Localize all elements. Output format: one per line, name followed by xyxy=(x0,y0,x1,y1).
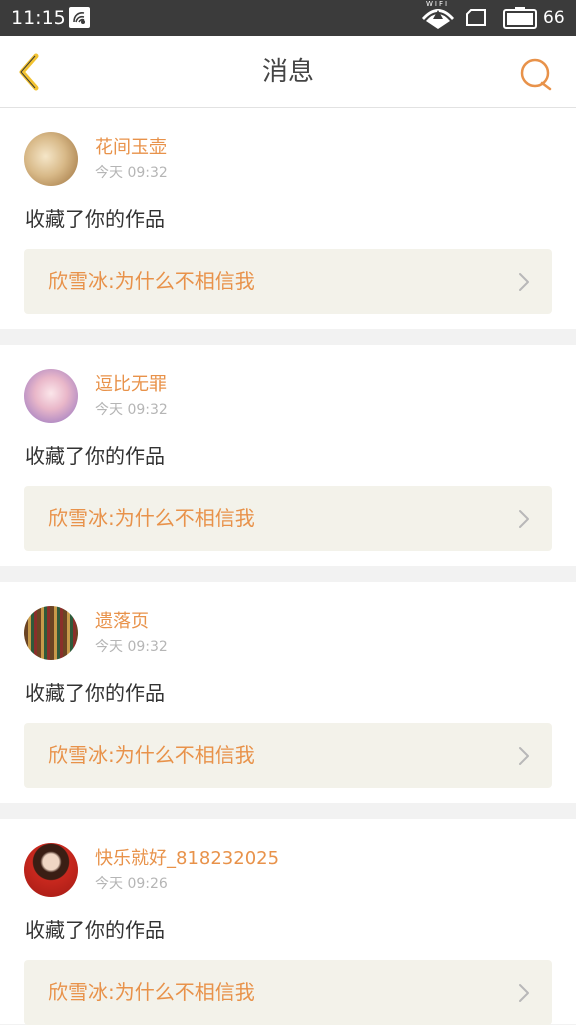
page-title: 消息 xyxy=(261,57,314,87)
chevron-right-icon xyxy=(519,510,529,528)
message-card: 逗比无罪 今天 09:32 收藏了你的作品 欣雪冰:为什么不相信我 xyxy=(0,345,576,566)
avatar[interactable] xyxy=(24,369,78,423)
search-button[interactable] xyxy=(518,56,554,92)
work-link[interactable]: 欣雪冰:为什么不相信我 xyxy=(24,249,552,314)
timestamp: 今天 09:26 xyxy=(95,876,168,892)
username[interactable]: 花间玉壶 xyxy=(95,137,167,159)
message-card: 花间玉壶 今天 09:32 收藏了你的作品 欣雪冰:为什么不相信我 xyxy=(0,108,576,329)
notification-app-icon xyxy=(69,7,90,28)
chevron-right-icon xyxy=(519,984,529,1002)
work-link[interactable]: 欣雪冰:为什么不相信我 xyxy=(24,723,552,788)
action-text: 收藏了你的作品 xyxy=(25,681,165,705)
work-link[interactable]: 欣雪冰:为什么不相信我 xyxy=(24,486,552,551)
chevron-right-icon xyxy=(519,747,529,765)
message-card: 快乐就好_818232025 今天 09:26 收藏了你的作品 欣雪冰:为什么不… xyxy=(0,819,576,1025)
work-link[interactable]: 欣雪冰:为什么不相信我 xyxy=(24,960,552,1025)
battery-icon xyxy=(503,7,537,29)
work-title: 欣雪冰:为什么不相信我 xyxy=(48,506,255,530)
timestamp: 今天 09:32 xyxy=(95,639,168,655)
avatar[interactable] xyxy=(24,132,78,186)
work-title: 欣雪冰:为什么不相信我 xyxy=(48,980,255,1004)
message-card: 遗落页 今天 09:32 收藏了你的作品 欣雪冰:为什么不相信我 xyxy=(0,582,576,803)
avatar[interactable] xyxy=(24,843,78,897)
header-bar: 消息 xyxy=(0,36,576,108)
work-title: 欣雪冰:为什么不相信我 xyxy=(48,269,255,293)
action-text: 收藏了你的作品 xyxy=(25,207,165,231)
avatar[interactable] xyxy=(24,606,78,660)
action-text: 收藏了你的作品 xyxy=(25,444,165,468)
wifi-icon xyxy=(422,9,454,29)
timestamp: 今天 09:32 xyxy=(95,165,168,181)
work-title: 欣雪冰:为什么不相信我 xyxy=(48,743,255,767)
search-icon xyxy=(520,58,552,91)
username[interactable]: 逗比无罪 xyxy=(95,374,167,396)
username[interactable]: 快乐就好_818232025 xyxy=(95,848,279,870)
chevron-right-icon xyxy=(519,273,529,291)
username[interactable]: 遗落页 xyxy=(95,611,149,633)
timestamp: 今天 09:32 xyxy=(95,402,168,418)
action-text: 收藏了你的作品 xyxy=(25,918,165,942)
status-bar: 11:15 WIFI 66 xyxy=(0,0,576,36)
battery-level: 66 xyxy=(543,8,565,28)
status-time: 11:15 xyxy=(11,7,66,29)
sim-card-icon xyxy=(466,9,486,26)
